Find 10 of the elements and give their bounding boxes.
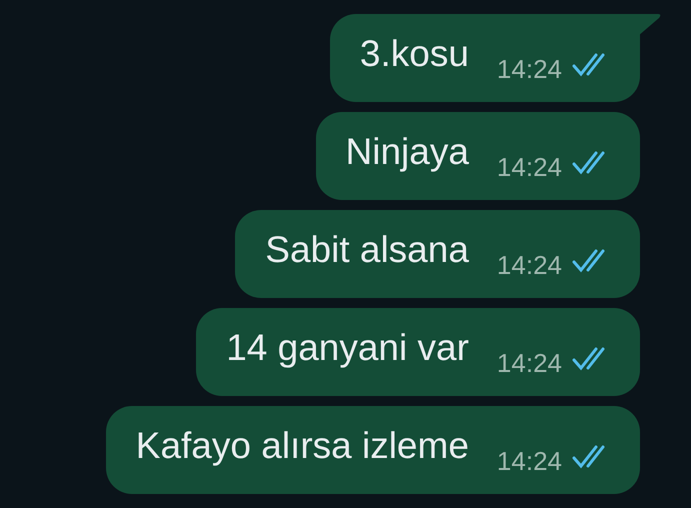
message-text: Sabit alsana xyxy=(265,230,469,268)
message-time: 14:24 xyxy=(496,252,562,278)
message-text: Kafayo alırsa izleme xyxy=(136,426,469,464)
message-text: Ninjaya xyxy=(346,132,469,170)
message-time: 14:24 xyxy=(496,154,562,180)
message-time: 14:24 xyxy=(496,448,562,474)
message-text: 14 ganyani var xyxy=(226,328,469,366)
message-time: 14:24 xyxy=(496,56,562,82)
message-text: 3.kosu xyxy=(360,34,469,72)
message-time: 14:24 xyxy=(496,350,562,376)
